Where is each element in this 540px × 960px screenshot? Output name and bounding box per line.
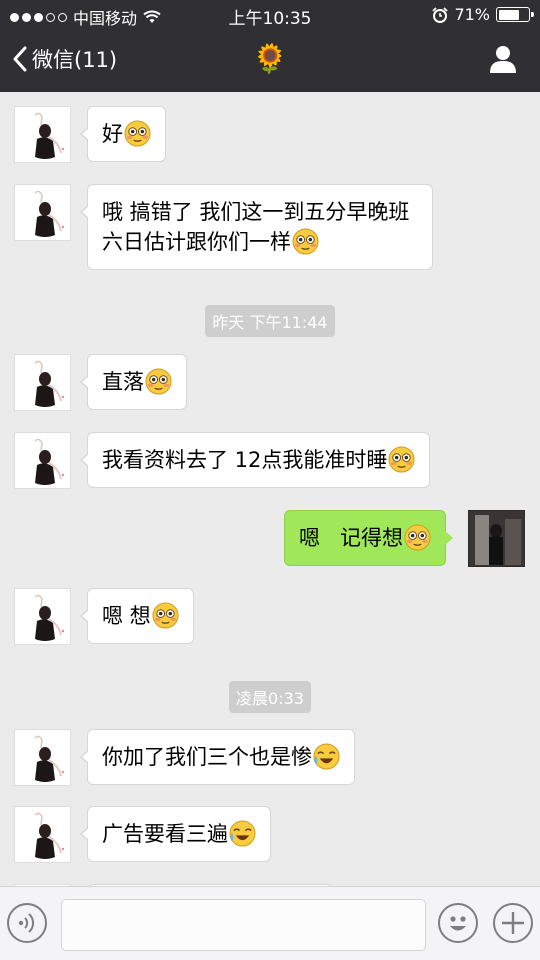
top-bar: 中国移动 上午10:35 71% 微信(11) 🌻 (0, 0, 540, 92)
message-bubble[interactable]: 嗯 记得想 (284, 510, 454, 566)
battery-icon (496, 7, 534, 22)
message-bubble[interactable]: 嗯 想 (80, 588, 194, 644)
contact-avatar-image (15, 107, 70, 162)
chat-info-button[interactable] (488, 44, 518, 78)
message-bubble[interactable]: 好 (80, 106, 166, 162)
contact-avatar-image (15, 807, 70, 862)
chat-area[interactable]: 好 哦 搞错了 我们这一到五分早晚班 六日估计跟你们一样 昨天 下午11:44 … (0, 92, 540, 886)
avatar[interactable] (14, 184, 71, 241)
flushed-emoji-icon (124, 120, 151, 147)
battery-label: 71% (454, 5, 490, 24)
chat-title: 🌻 (252, 42, 288, 75)
avatar[interactable] (14, 729, 71, 786)
laugh-cry-emoji-icon (313, 743, 340, 770)
input-bar (0, 886, 540, 960)
flushed-emoji-icon (404, 524, 431, 551)
flushed-emoji-icon (292, 228, 319, 255)
smiley-icon (450, 916, 466, 931)
more-button[interactable] (493, 903, 533, 943)
contact-avatar-image (15, 185, 70, 240)
timestamp: 昨天 下午11:44 (0, 305, 540, 337)
plus-icon (502, 912, 524, 934)
emoji-button[interactable] (438, 903, 478, 943)
contact-avatar-image (15, 730, 70, 785)
contact-avatar-image (15, 589, 70, 644)
my-avatar[interactable] (468, 510, 525, 567)
message-bubble[interactable]: 直落 (80, 354, 187, 410)
timestamp: 凌晨0:33 (0, 681, 540, 713)
flushed-emoji-icon (145, 368, 172, 395)
avatar[interactable] (14, 432, 71, 489)
contact-avatar-image (15, 355, 70, 410)
contact-avatar-image (15, 433, 70, 488)
avatar[interactable] (14, 588, 71, 645)
message-bubble[interactable]: 广告要看三遍 (80, 806, 271, 862)
message-bubble[interactable]: 我看资料去了 12点我能准时睡 (79, 432, 431, 488)
laugh-cry-emoji-icon (229, 820, 256, 847)
photo-avatar-icon (469, 511, 524, 566)
person-icon (490, 46, 516, 73)
avatar[interactable] (14, 806, 71, 863)
alarm-icon (432, 6, 449, 23)
voice-button[interactable] (7, 903, 47, 943)
nav-bar: 微信(11) 🌻 (0, 30, 540, 92)
status-bar: 中国移动 上午10:35 71% (0, 0, 540, 30)
voice-icon (18, 913, 35, 933)
avatar[interactable] (14, 106, 71, 163)
flushed-emoji-icon (152, 602, 179, 629)
message-bubble[interactable]: 哦 搞错了 我们这一到五分早晚班 六日估计跟你们一样 (80, 184, 433, 270)
flushed-emoji-icon (388, 446, 415, 473)
avatar[interactable] (14, 354, 71, 411)
message-input[interactable] (61, 899, 426, 951)
message-bubble[interactable]: 你加了我们三个也是惨 (80, 729, 355, 785)
